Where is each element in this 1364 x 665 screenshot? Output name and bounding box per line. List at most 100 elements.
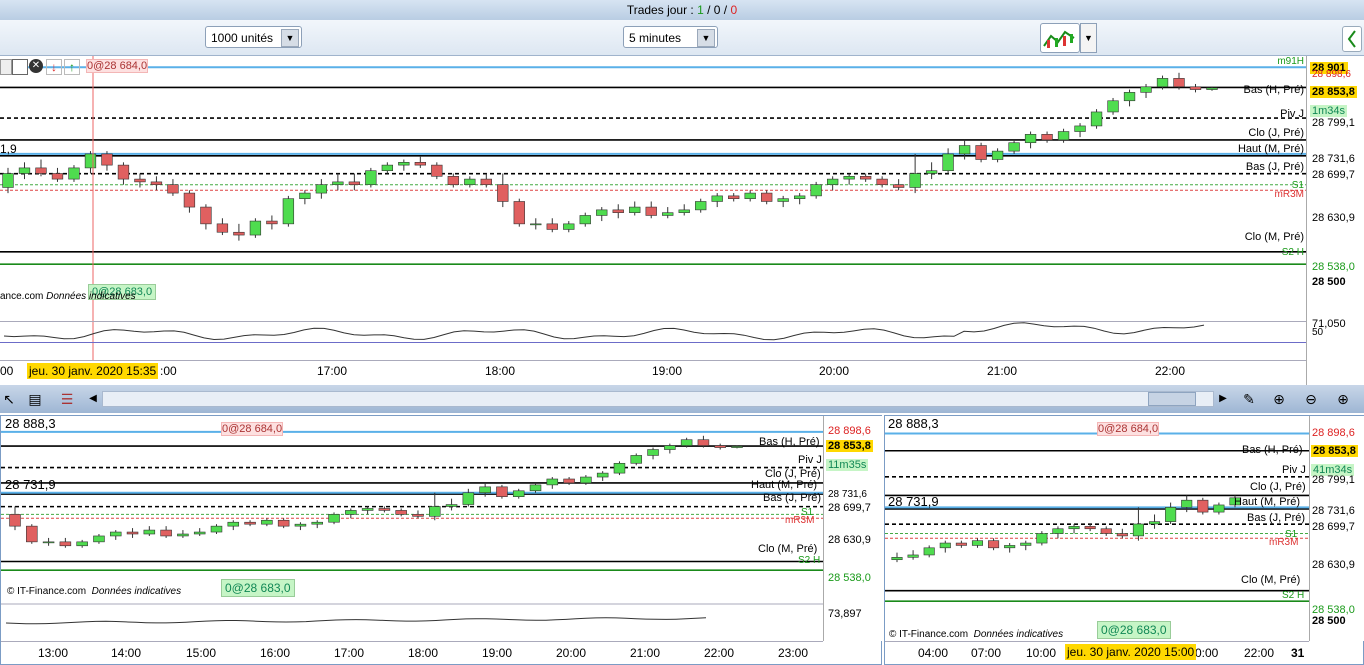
close-icon[interactable]: ✕ xyxy=(29,59,43,73)
date-badge: jeu. 30 janv. 2020 15:35 xyxy=(27,363,159,379)
order-tag-top[interactable]: 0@28 684,0 xyxy=(86,59,149,73)
candle-body xyxy=(971,540,984,546)
timeframe-select[interactable]: 5 minutes ▼ xyxy=(623,26,718,48)
level-label-haut-m: Haut (M, Pré) xyxy=(1234,496,1301,508)
price-chart-canvas[interactable] xyxy=(1,416,823,641)
scroll-right-icon[interactable]: ▶ xyxy=(1214,390,1232,408)
time-tick: 04:00 xyxy=(918,646,949,660)
time-axis[interactable]: 13:00 14:00 15:00 16:00 17:00 18:00 19:0… xyxy=(1,641,823,665)
time-tick: 19:00 xyxy=(652,364,683,378)
window-icon[interactable] xyxy=(12,59,28,75)
candle-body xyxy=(2,173,14,188)
level-label-mr3m: mR3M xyxy=(1274,189,1304,200)
bottom-right-chart[interactable]: 28 888,3 28 731,9 0@28 684,0 0@28 683,0 … xyxy=(884,415,1364,665)
candle-body xyxy=(645,206,657,216)
bottom-left-chart[interactable]: 28 888,3 28 731,9 0@28 684,0 0@28 683,0 … xyxy=(0,415,882,665)
candle-body xyxy=(513,201,525,225)
chevron-down-icon[interactable]: ▼ xyxy=(1080,23,1097,53)
buy-arrow-icon[interactable]: ↑ xyxy=(64,59,80,75)
trades-label: Trades jour : xyxy=(626,3,698,17)
candle-body xyxy=(546,478,559,486)
restore-icon[interactable] xyxy=(0,59,12,75)
sell-arrow-icon[interactable]: ↓ xyxy=(46,59,62,75)
scroll-left-icon[interactable]: ◀ xyxy=(84,390,102,408)
candle-body xyxy=(907,554,919,558)
scrollbar-thumb[interactable] xyxy=(1148,392,1196,406)
time-axis[interactable]: 00 :00 17:00 18:00 19:00 20:00 21:00 22:… xyxy=(0,360,1306,383)
price-marker-current: 28 853,8 xyxy=(826,440,873,452)
zoom-fit-icon[interactable]: ⊕ xyxy=(1270,390,1288,408)
time-tick: 19:00 xyxy=(482,646,513,660)
chevron-down-icon[interactable]: ▼ xyxy=(697,29,715,47)
candle-body xyxy=(630,455,643,464)
time-tick: 23:00 xyxy=(778,646,809,660)
candle-body xyxy=(1132,523,1144,537)
candle-body xyxy=(664,445,676,450)
candle-body xyxy=(412,514,424,517)
candle-body xyxy=(244,521,256,525)
candle-body xyxy=(101,153,113,166)
order-tag-top[interactable]: 0@28 684,0 xyxy=(221,422,284,436)
price-tick: 28 500 xyxy=(1312,276,1346,288)
price-tick: 28 630,9 xyxy=(828,534,871,546)
candle-body xyxy=(546,223,558,230)
level-label-bas-j: Bas (J, Pré) xyxy=(1247,512,1306,524)
price-axis[interactable]: 28 898,6 28 853,8 41m34s 28 799,1 28 731… xyxy=(1309,416,1364,641)
chart-type-button[interactable] xyxy=(1040,23,1080,53)
level-label-bas-j: Bas (J, Pré) xyxy=(1245,161,1304,173)
candle-body xyxy=(892,184,905,188)
time-tick: 21:00 xyxy=(630,646,661,660)
order-tag-top[interactable]: 0@28 684,0 xyxy=(1097,422,1160,436)
candle-body xyxy=(51,173,64,180)
time-axis[interactable]: 04:00 07:00 10:00 0:00 22:00 31 jeu. 30 … xyxy=(885,641,1309,665)
level-label-piv-j: Piv J xyxy=(1282,464,1306,476)
order-tag-bottom[interactable]: 0@28 683,0 xyxy=(1097,621,1171,639)
candle-body xyxy=(167,184,179,194)
price-chart-canvas[interactable] xyxy=(0,56,1306,386)
panel-toggle-icon[interactable] xyxy=(1342,26,1362,52)
oscillator-tick: 50 xyxy=(1312,327,1324,338)
order-tag-bottom[interactable]: 0@28 683,0 xyxy=(221,579,295,597)
price-axis[interactable]: 28 898,6 28 853,8 11m35s 28 731,6 28 699… xyxy=(823,416,882,641)
indicators-icon[interactable]: ☰ xyxy=(58,390,76,408)
chevron-down-icon[interactable]: ▼ xyxy=(281,29,299,47)
candle-body xyxy=(447,175,459,185)
candle-body xyxy=(277,519,290,527)
level-label-clo-m: Clo (M, Pré) xyxy=(758,543,818,555)
price-tick: 28 699,7 xyxy=(828,502,871,514)
time-tick: 10:00 xyxy=(1026,646,1057,660)
level-label-haut-m: Haut (M, Pré) xyxy=(1237,143,1304,155)
main-chart[interactable]: ✕ ↓ ↑ 0@28 684,0 1,9 0@28 683,0 ance.com… xyxy=(0,56,1306,386)
level-label-bas-h: Bas (H, Pré) xyxy=(1243,84,1304,96)
price-axis[interactable]: 28 901 28 898,6 28 853,8 1m34s 28 799,1 … xyxy=(1306,56,1364,386)
quantity-select[interactable]: 1000 unités ▼ xyxy=(205,26,302,48)
properties-icon[interactable]: ▤ xyxy=(26,390,44,408)
horizontal-scrollbar[interactable] xyxy=(102,391,1214,407)
level-label-s2h: S2 H xyxy=(1282,590,1305,601)
trades-counter: Trades jour : 1 / 0 / 0 xyxy=(0,3,1364,17)
draw-tool-icon[interactable]: ✎ xyxy=(1240,390,1258,408)
candle-body xyxy=(761,192,773,202)
level-label-clo-j: Clo (J, Pré) xyxy=(1250,481,1306,493)
candle-body xyxy=(1090,111,1103,127)
level-label-bas-h: Bas (H, Pré) xyxy=(1242,444,1303,456)
credit-text: © IT-Finance.com xyxy=(889,629,969,640)
candle-body xyxy=(794,195,806,199)
price-tick: 28 500 xyxy=(1312,615,1346,627)
candle-body xyxy=(1156,78,1169,88)
candle-body xyxy=(117,164,130,180)
candle-body xyxy=(1181,499,1193,508)
candle-body xyxy=(596,209,608,216)
candle-body xyxy=(26,525,38,543)
candle-body xyxy=(1068,526,1080,530)
candle-body xyxy=(810,184,822,197)
level-label-s2h: S2 H xyxy=(1281,247,1304,258)
cursor-tool-icon[interactable]: ↖ xyxy=(0,390,18,408)
zoom-out-icon[interactable]: ⊖ xyxy=(1302,390,1320,408)
credit-note: Données indicatives xyxy=(46,291,136,302)
candle-body xyxy=(464,178,476,185)
candle-body xyxy=(282,198,295,225)
oscillator-value: 73,897 xyxy=(828,608,862,620)
zoom-in-icon[interactable]: ⊕ xyxy=(1334,390,1352,408)
candle-body xyxy=(216,223,229,233)
